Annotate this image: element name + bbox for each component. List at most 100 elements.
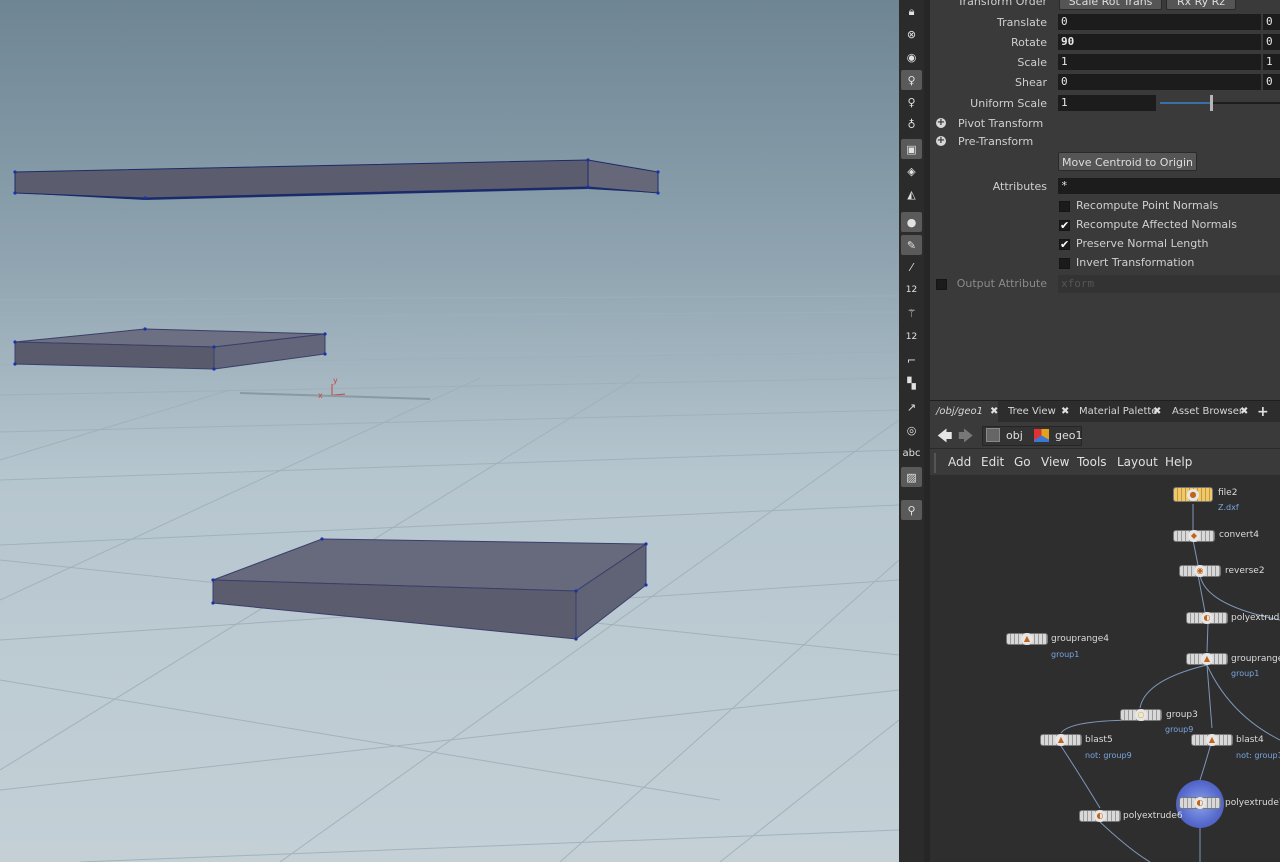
pivot-transform-folder[interactable]: Pivot Transform	[958, 117, 1043, 130]
node-polyextrude7[interactable]: ◐	[1179, 797, 1221, 809]
broom-icon[interactable]: ⚚	[901, 303, 922, 323]
close-icon[interactable]: ✖	[1153, 401, 1161, 423]
invert-transformation-checkbox[interactable]	[1059, 258, 1070, 269]
scale-x-field[interactable]: 1	[1058, 54, 1261, 70]
menu-view[interactable]: View	[1041, 455, 1069, 469]
camera-view-icon[interactable]: ◈	[901, 161, 922, 181]
node-reverse2[interactable]: ◉	[1179, 565, 1221, 577]
geo-node-icon	[1034, 429, 1049, 442]
network-path-bar: 🡄 🡆 obj geo1	[930, 422, 1280, 449]
vector-icon[interactable]: ↗	[901, 397, 922, 417]
shear-label: Shear	[1015, 76, 1047, 89]
rotate-x-field[interactable]: 90	[1058, 34, 1261, 50]
pin-icon[interactable]: ⚲	[901, 500, 922, 520]
expand-plus-icon[interactable]: +	[936, 118, 946, 128]
lock-icon[interactable]: 🔒︎	[901, 2, 922, 22]
menu-go[interactable]: Go	[1014, 455, 1031, 469]
menu-edit[interactable]: Edit	[981, 455, 1004, 469]
scale-label: Scale	[1017, 56, 1047, 69]
node-sublabel: group9	[1165, 725, 1194, 734]
pre-transform-folder[interactable]: Pre-Transform	[958, 135, 1033, 148]
forward-arrow-icon[interactable]: 🡆	[958, 426, 974, 451]
node-grouprange4[interactable]: ▲	[1006, 633, 1048, 645]
camera-icon[interactable]: ◭	[901, 184, 922, 204]
recompute-point-normals-checkbox[interactable]	[1059, 201, 1070, 212]
primitive-numbers-label: 12	[905, 332, 918, 342]
node-blast4[interactable]: ▲	[1191, 734, 1233, 746]
menu-help[interactable]: Help	[1165, 455, 1192, 469]
uniform-scale-field[interactable]: 1	[1058, 95, 1156, 111]
network-menu-bar: Add Edit Go View Tools Layout Help	[930, 451, 1280, 475]
path-current[interactable]: geo1	[1055, 429, 1082, 442]
node-convert4[interactable]: ◆	[1173, 530, 1215, 542]
headlight-icon[interactable]: ♁	[901, 114, 922, 134]
menu-layout[interactable]: Layout	[1117, 455, 1158, 469]
scale-y-field[interactable]: 1	[1263, 54, 1280, 70]
uniform-scale-slider-track[interactable]	[1160, 95, 1280, 111]
pen-icon[interactable]: ⁄	[901, 257, 922, 277]
shear-x-field[interactable]: 0	[1058, 74, 1261, 90]
attributes-field[interactable]: *	[1058, 178, 1280, 194]
output-attribute-field[interactable]: xform	[1058, 275, 1280, 293]
node-sublabel: Z.dxf	[1218, 503, 1239, 512]
tab-tree-view[interactable]: Tree View	[1002, 401, 1062, 423]
checkbox-label: Recompute Affected Normals	[1076, 218, 1237, 231]
sphere-display-icon[interactable]: ◉	[901, 47, 922, 67]
display-options-icon[interactable]: ▣	[901, 139, 922, 159]
close-icon[interactable]: ✖	[990, 401, 998, 423]
transform-order-select[interactable]: Scale Rot Trans	[1059, 0, 1162, 10]
rotate-order-select[interactable]: Rx Ry Rz	[1166, 0, 1236, 10]
visualizer-icon[interactable]: ◎	[901, 420, 922, 440]
node-label: group3	[1166, 710, 1198, 720]
point-numbers-icon[interactable]: 12	[901, 280, 922, 300]
translate-x-field[interactable]: 0	[1058, 14, 1261, 30]
close-icon[interactable]: ✖	[1240, 401, 1248, 423]
move-centroid-button[interactable]: Move Centroid to Origin	[1058, 152, 1197, 171]
brush-icon[interactable]: ✎	[901, 235, 922, 255]
add-tab-plus-icon[interactable]: +	[1257, 401, 1269, 423]
tab-asset-browser[interactable]: Asset Browser	[1166, 401, 1243, 423]
network-editor[interactable]: ● file2 Z.dxf ◆ convert4 ◉ reverse2 ◐ po…	[930, 475, 1280, 862]
text-icon[interactable]: abc	[901, 443, 922, 463]
node-sublabel: not: group1	[1236, 751, 1280, 760]
light-bulb-icon[interactable]: ♀	[901, 70, 922, 90]
node-label: grouprange3	[1231, 654, 1280, 664]
back-arrow-icon[interactable]: 🡄	[937, 426, 953, 451]
output-attribute-toggle[interactable]	[936, 279, 947, 290]
node-label: polyextrude7	[1225, 798, 1280, 808]
node-grouprange3[interactable]: ▲	[1186, 653, 1228, 665]
menu-tools[interactable]: Tools	[1077, 455, 1107, 469]
node-polyextrude6[interactable]: ◐	[1079, 810, 1121, 822]
slab-top[interactable]	[13, 158, 660, 200]
snap-grid-icon[interactable]: ▚	[901, 373, 922, 393]
close-icon[interactable]: ✖	[1061, 401, 1069, 423]
preserve-normal-length-checkbox[interactable]: ✔	[1059, 239, 1070, 250]
background-image-icon[interactable]: ▨	[901, 467, 922, 487]
tab-obj-geo1[interactable]: /obj/geo1	[930, 401, 998, 423]
menu-add[interactable]: Add	[948, 455, 971, 469]
expand-plus-icon[interactable]: +	[936, 136, 946, 146]
uniform-scale-slider-handle[interactable]	[1210, 95, 1213, 111]
snap-point-icon[interactable]: ●	[901, 212, 922, 232]
node-label: blast4	[1236, 735, 1264, 745]
ghost-icon[interactable]: ⊗	[901, 24, 922, 44]
tab-material-palette[interactable]: Material Palette	[1073, 401, 1157, 423]
shear-y-field[interactable]: 0	[1263, 74, 1280, 90]
path-root[interactable]: obj	[1006, 429, 1023, 442]
output-attribute-label: Output Attribute	[956, 277, 1047, 290]
angle-icon[interactable]: ⌐	[901, 350, 922, 370]
node-polyextrude4[interactable]: ◐	[1186, 612, 1228, 624]
node-label: reverse2	[1225, 566, 1265, 576]
translate-y-field[interactable]: 0	[1263, 14, 1280, 30]
slab-middle[interactable]	[13, 327, 327, 371]
rotate-y-field[interactable]: 0	[1263, 34, 1280, 50]
slab-bottom[interactable]	[211, 537, 648, 641]
menu-grip	[934, 453, 936, 473]
node-group3[interactable]: ○	[1120, 709, 1162, 721]
node-file2[interactable]: ●	[1173, 487, 1213, 502]
scene-viewport[interactable]: y x	[0, 0, 899, 862]
light-bulb-on-icon[interactable]: ♀	[901, 92, 922, 112]
primitive-numbers-icon[interactable]: 12	[901, 327, 922, 347]
recompute-affected-normals-checkbox[interactable]: ✔	[1059, 220, 1070, 231]
node-blast5[interactable]: ▲	[1040, 734, 1082, 746]
